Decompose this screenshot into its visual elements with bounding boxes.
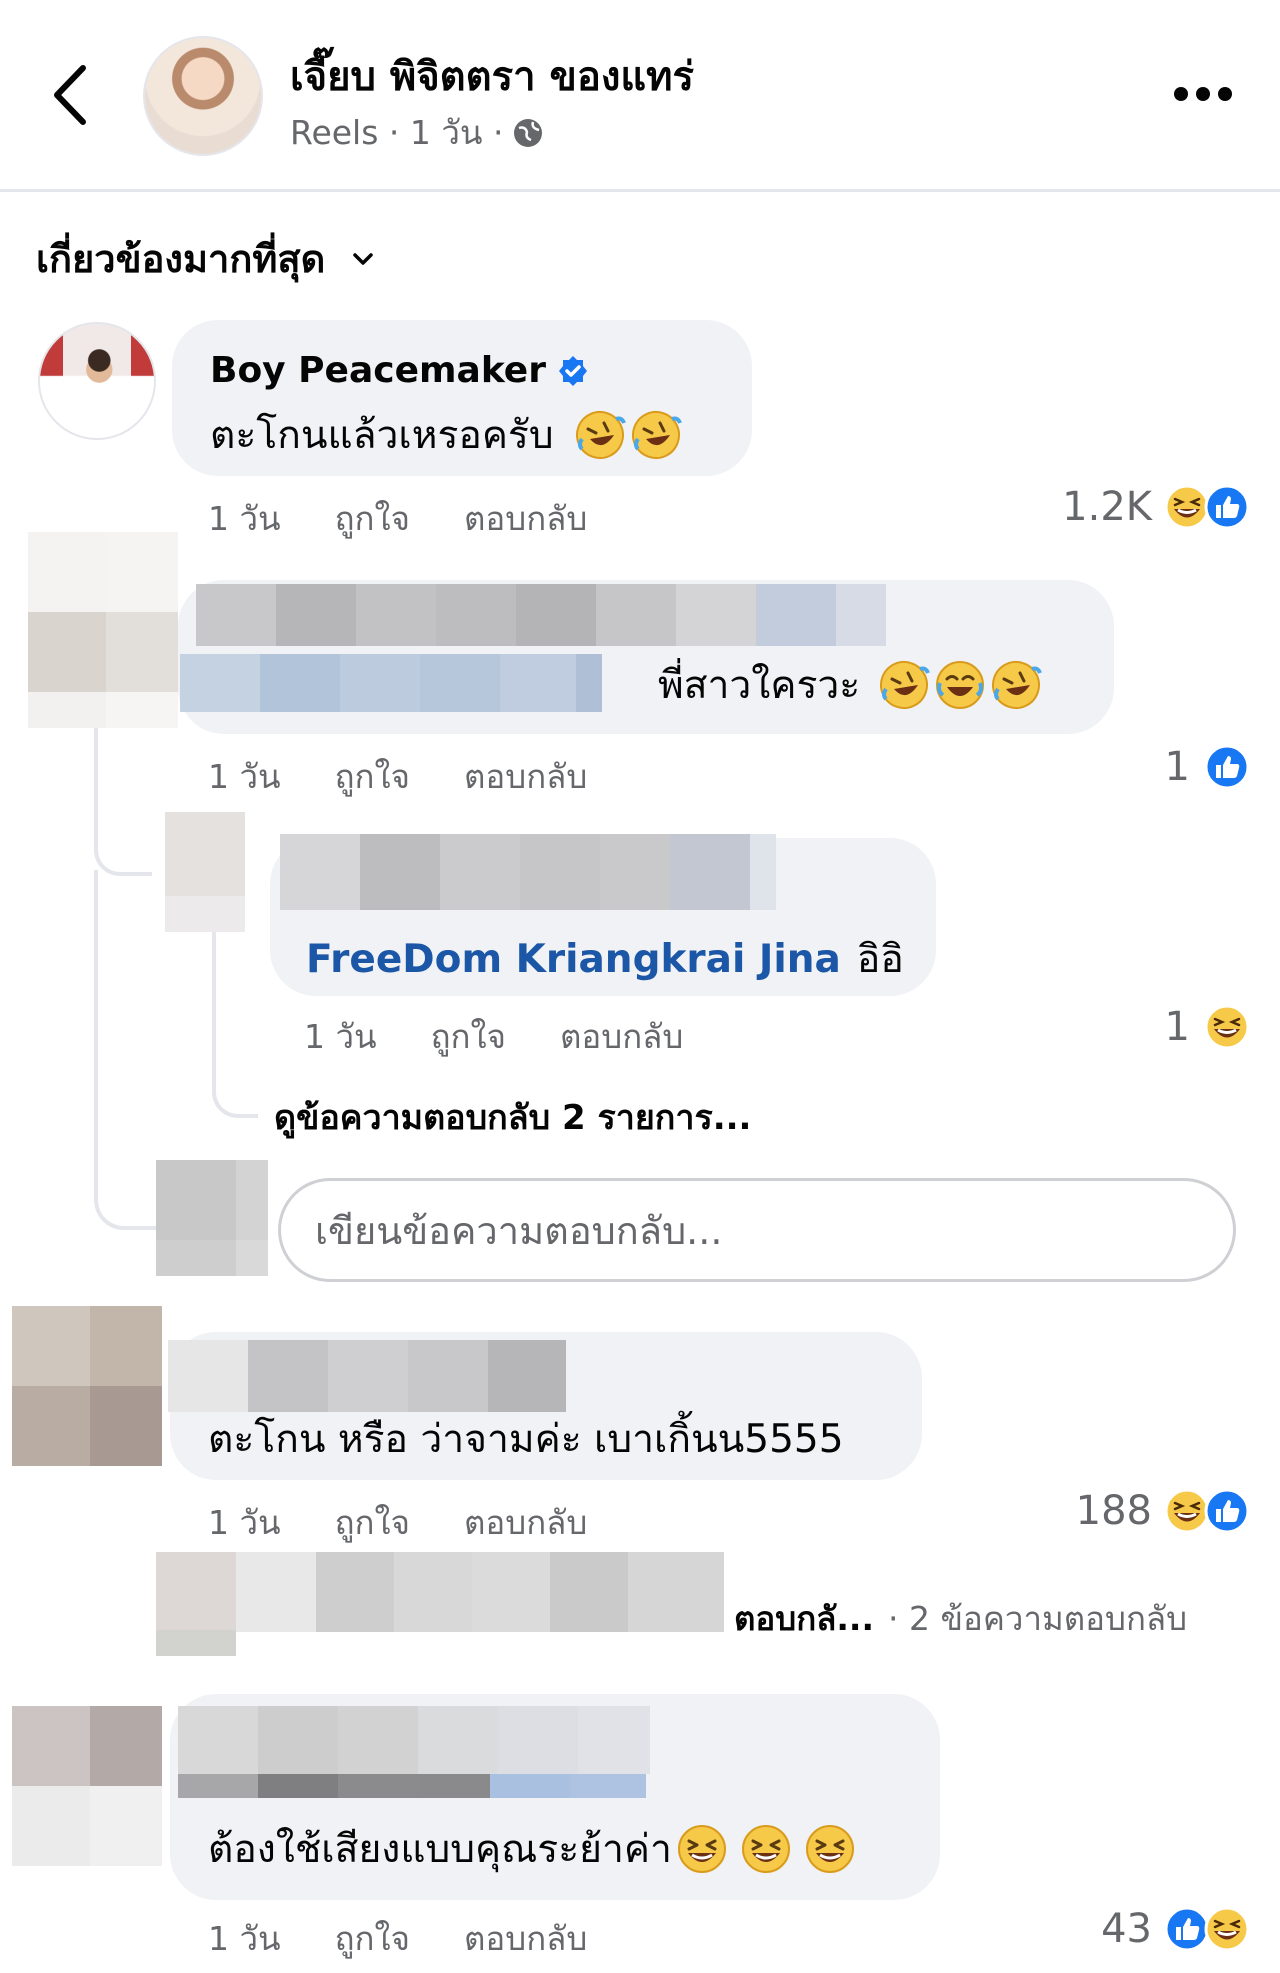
- view-more-replies-link[interactable]: ดูข้อความตอบกลับ 2 รายการ...: [274, 1090, 751, 1144]
- like-button[interactable]: ถูกใจ: [335, 492, 410, 545]
- commenter-avatar-blurred[interactable]: [12, 1706, 162, 1866]
- reply-button[interactable]: ตอบกลับ: [464, 492, 587, 545]
- haha-icon: [1204, 1004, 1250, 1050]
- reply-preview[interactable]: ตอบกลั... · 2 ข้อความตอบกลับ: [734, 1592, 1187, 1645]
- reply-button[interactable]: ตอบกลับ: [464, 1912, 587, 1965]
- reply-preview-name-blurred[interactable]: [236, 1552, 724, 1632]
- reply-button[interactable]: ตอบกลับ: [464, 1496, 587, 1549]
- post-meta: Reels · 1 วัน ·: [290, 113, 504, 152]
- chevron-down-icon: [353, 252, 374, 265]
- mention-blurred[interactable]: [180, 654, 602, 712]
- back-arrow-icon[interactable]: [45, 60, 95, 130]
- page-avatar[interactable]: [143, 36, 263, 156]
- comment-actions: 1 วัน ถูกใจ ตอบกลับ: [208, 1912, 587, 1965]
- rofl-emoji-icon: [990, 659, 1042, 711]
- sort-dropdown[interactable]: เกี่ยวข้องมากที่สุด: [36, 228, 375, 289]
- reply-time: 1 วัน: [304, 1017, 377, 1056]
- laughing-emoji-icon: [740, 1823, 792, 1875]
- comment-bubble: ตะโกน หรือ ว่าจามค่ะ เบาเกิ้นน5555: [168, 1332, 922, 1480]
- reaction-summary[interactable]: 1: [1165, 744, 1250, 790]
- reaction-count: 1.2K: [1062, 484, 1152, 530]
- globe-icon: [514, 118, 543, 147]
- comment-actions: 1 วัน ถูกใจ ตอบกลับ: [208, 492, 587, 545]
- reaction-count: 188: [1075, 1488, 1152, 1534]
- post-subtitle: Reels · 1 วัน ·: [290, 106, 545, 159]
- laughing-emoji-icon: [804, 1823, 856, 1875]
- reply-text-row: FreeDom Kriangkrai Jina อิอิ: [306, 928, 904, 990]
- verified-badge-icon: [558, 355, 587, 386]
- commenter-avatar-blurred[interactable]: [28, 532, 178, 728]
- author-name-blurred[interactable]: [280, 834, 776, 910]
- reply-avatar-blurred[interactable]: [165, 812, 245, 932]
- author-name[interactable]: Boy Peacemaker: [210, 350, 546, 391]
- reaction-count: 1: [1164, 744, 1190, 790]
- reply-placeholder: เขียนข้อความตอบกลับ...: [315, 1208, 723, 1253]
- rofl-emoji-icon: [574, 409, 626, 461]
- reaction-count: 1: [1164, 1004, 1190, 1050]
- reaction-summary[interactable]: 43: [1101, 1906, 1250, 1952]
- comment-text-row: ต้องใช้เสียงแบบคุณระย้าค่า: [208, 1818, 856, 1880]
- post-header: เจี๊ยบ พิจิตตรา ของแทร่ Reels · 1 วัน ·: [0, 0, 1280, 192]
- comment-text-row: ตะโกน หรือ ว่าจามค่ะ เบาเกิ้นน5555: [208, 1408, 844, 1470]
- author-name-blurred[interactable]: [196, 584, 886, 646]
- reaction-summary[interactable]: 1: [1165, 1004, 1250, 1050]
- comment-time: 1 วัน: [208, 1503, 281, 1542]
- reply-count-link[interactable]: · 2 ข้อความตอบกลับ: [888, 1592, 1187, 1645]
- reply-text: อิอิ: [856, 937, 904, 982]
- laughing-emoji-icon: [676, 1823, 728, 1875]
- rofl-emoji-icon: [630, 409, 682, 461]
- reply-button[interactable]: ตอบกลับ: [560, 1010, 683, 1063]
- commenter-avatar-blurred[interactable]: [12, 1306, 162, 1466]
- reply-button[interactable]: ตอบกลับ: [464, 750, 587, 803]
- comment-text: ตะโกนแล้วเหรอครับ: [210, 413, 554, 458]
- comment-text: พี่สาวใครวะ: [658, 663, 861, 708]
- thread-connector: [94, 728, 152, 876]
- comment-text: ตะโกน หรือ ว่าจามค่ะ เบาเกิ้นน5555: [208, 1417, 844, 1462]
- like-button[interactable]: ถูกใจ: [431, 1010, 506, 1063]
- joy-emoji-icon: [934, 659, 986, 711]
- comment-time: 1 วัน: [208, 757, 281, 796]
- reaction-summary[interactable]: 188: [1076, 1488, 1250, 1534]
- reply-input[interactable]: เขียนข้อความตอบกลับ...: [278, 1178, 1236, 1282]
- comment-actions: 1 วัน ถูกใจ ตอบกลับ: [208, 750, 587, 803]
- like-icon: [1204, 484, 1250, 530]
- like-button[interactable]: ถูกใจ: [335, 750, 410, 803]
- rofl-emoji-icon: [878, 659, 930, 711]
- mention-link[interactable]: FreeDom Kriangkrai Jina: [306, 937, 841, 982]
- haha-icon: [1204, 1906, 1250, 1952]
- sort-label: เกี่ยวข้องมากที่สุด: [36, 237, 326, 281]
- reply-preview-avatar-blurred[interactable]: [156, 1552, 236, 1656]
- comment-bubble: ต้องใช้เสียงแบบคุณระย้าค่า: [170, 1694, 940, 1900]
- comment-bubble: พี่สาวใครวะ: [178, 580, 1114, 734]
- thread-connector: [212, 932, 258, 1118]
- comment-actions: 1 วัน ถูกใจ ตอบกลับ: [208, 1496, 587, 1549]
- like-button[interactable]: ถูกใจ: [335, 1912, 410, 1965]
- like-button[interactable]: ถูกใจ: [335, 1496, 410, 1549]
- comment-time: 1 วัน: [208, 499, 281, 538]
- current-user-avatar-blurred: [156, 1160, 268, 1276]
- comment-author[interactable]: Boy Peacemaker: [210, 350, 590, 391]
- comment-time: 1 วัน: [208, 1919, 281, 1958]
- comment-text-row: ตะโกนแล้วเหรอครับ: [210, 404, 682, 466]
- reply-actions: 1 วัน ถูกใจ ตอบกลับ: [304, 1010, 683, 1063]
- mention-blurred[interactable]: [178, 1774, 646, 1798]
- reaction-summary[interactable]: 1.2K: [1062, 484, 1250, 530]
- page-title[interactable]: เจี๊ยบ พิจิตตรา ของแทร่: [290, 44, 694, 108]
- reaction-count: 43: [1101, 1906, 1152, 1952]
- commenter-avatar[interactable]: [38, 322, 156, 440]
- reply-preview-text[interactable]: ตอบกลั...: [734, 1592, 874, 1645]
- more-options-icon[interactable]: [1172, 84, 1234, 104]
- reply-bubble: FreeDom Kriangkrai Jina อิอิ: [270, 834, 936, 996]
- author-name-blurred[interactable]: [168, 1340, 566, 1412]
- like-icon: [1204, 744, 1250, 790]
- thread-connector: [94, 870, 156, 1230]
- author-name-blurred[interactable]: [178, 1706, 650, 1774]
- like-icon: [1204, 1488, 1250, 1534]
- comment-text-row: พี่สาวใครวะ: [658, 654, 1042, 716]
- comment-text: ต้องใช้เสียงแบบคุณระย้าค่า: [208, 1827, 672, 1872]
- comment-bubble: Boy Peacemaker ตะโกนแล้วเหรอครับ: [172, 320, 752, 476]
